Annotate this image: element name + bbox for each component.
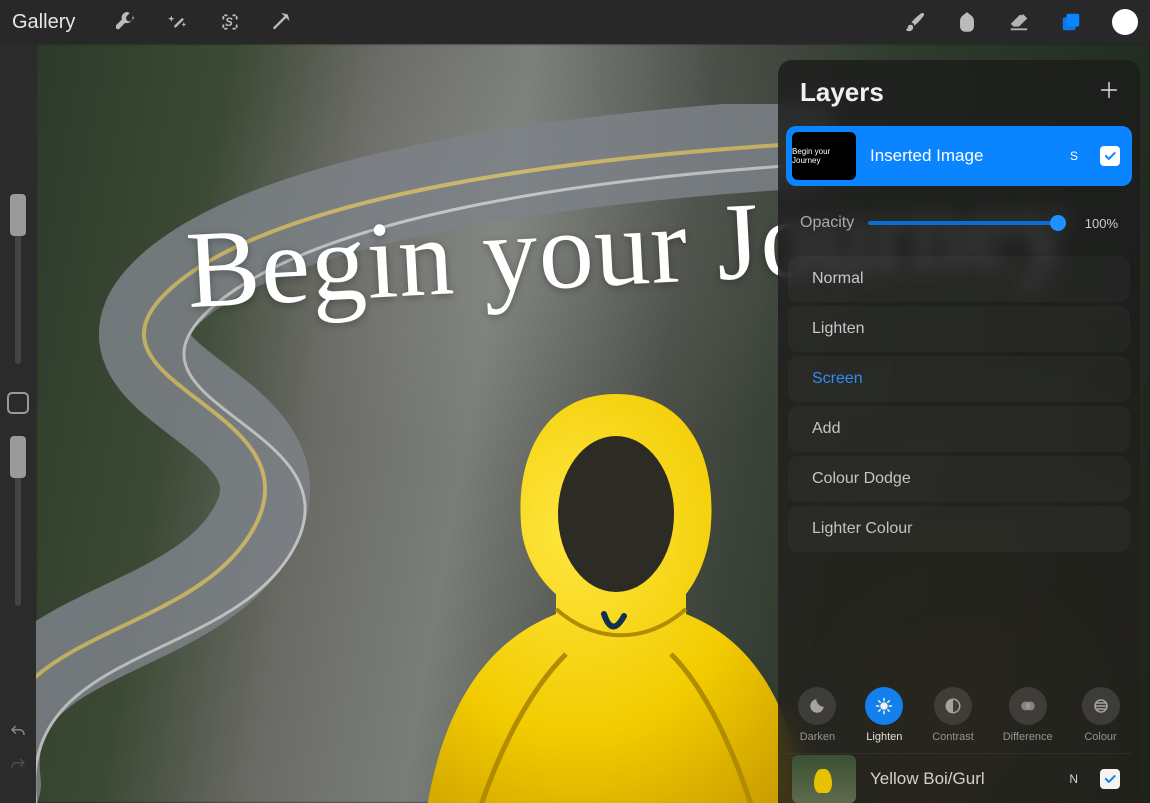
opacity-value: 100% [1078,216,1118,231]
blend-mode-item[interactable]: Normal [788,256,1130,302]
brush-size-slider[interactable] [15,194,21,364]
undo-button[interactable] [9,723,27,746]
layer-name: Yellow Boi/Gurl [870,769,1055,789]
blend-tab-label: Darken [800,731,835,743]
eraser-tool-icon[interactable] [1008,11,1030,33]
blend-mode-item[interactable]: Add [788,406,1130,452]
blend-category-tab[interactable]: Lighten [865,687,903,743]
top-toolbar: Gallery S [0,0,1150,44]
app-root: Begin your Journey Gallery S [0,0,1150,803]
blend-tab-icon [1009,687,1047,725]
blend-mode-item[interactable]: Lighten [788,306,1130,352]
layer-opacity-row: Opacity 100% [778,188,1140,250]
layers-tool-icon[interactable] [1060,11,1082,33]
opacity-slider[interactable] [868,221,1064,225]
opacity-label: Opacity [800,214,854,232]
layer-blend-short: S [1070,149,1078,163]
blend-tab-icon [865,687,903,725]
blend-tab-label: Difference [1003,731,1053,743]
opacity-slider-thumb[interactable] [1050,215,1066,231]
blend-category-tab[interactable]: Colour [1082,687,1120,743]
layer-row-selected[interactable]: Begin your Journey Inserted Image S [786,126,1132,186]
layer-thumbnail [792,755,856,803]
blend-mode-item[interactable]: Lighter Colour [788,506,1130,552]
blend-category-tabs: Darken Lighten Contrast Difference Colour [778,671,1140,753]
smudge-tool-icon[interactable] [956,11,978,33]
left-sidebar [0,44,36,803]
arrow-transform-icon[interactable] [271,11,293,33]
blend-tab-icon [934,687,972,725]
selection-icon[interactable]: S [219,11,241,33]
wrench-icon[interactable] [115,11,137,33]
layer-visibility-checkbox[interactable] [1100,146,1120,166]
blend-category-tab[interactable]: Darken [798,687,836,743]
svg-text:S: S [225,16,233,29]
redo-button[interactable] [9,756,27,779]
modifier-button[interactable] [7,392,29,414]
blend-tab-icon [1082,687,1120,725]
brush-tool-icon[interactable] [904,11,926,33]
color-swatch[interactable] [1112,9,1138,35]
layer-thumb-text: Begin your Journey [792,147,856,165]
layers-panel-title: Layers [800,77,884,108]
layer-thumbnail: Begin your Journey [792,132,856,180]
blend-mode-list: NormalLightenScreenAddColour DodgeLighte… [778,250,1140,562]
brush-opacity-slider[interactable] [15,436,21,606]
blend-mode-item[interactable]: Screen [788,356,1130,402]
layer-name: Inserted Image [870,146,1056,166]
layer-blend-short: N [1069,772,1078,786]
layer-row[interactable]: Yellow Boi/Gurl N [786,753,1132,803]
add-layer-button[interactable] [1098,76,1120,108]
blend-tab-icon [798,687,836,725]
layers-panel: Layers Begin your Journey Inserted Image… [778,60,1140,803]
blend-tab-label: Lighten [866,731,902,743]
layer-visibility-checkbox[interactable] [1100,769,1120,789]
blend-tab-label: Contrast [932,731,974,743]
blend-mode-item[interactable]: Colour Dodge [788,456,1130,502]
blend-category-tab[interactable]: Contrast [932,687,974,743]
blend-category-tab[interactable]: Difference [1003,687,1053,743]
yellow-figure [406,384,826,803]
gallery-button[interactable]: Gallery [12,11,75,34]
blend-tab-label: Colour [1084,731,1116,743]
magic-wand-icon[interactable] [167,11,189,33]
